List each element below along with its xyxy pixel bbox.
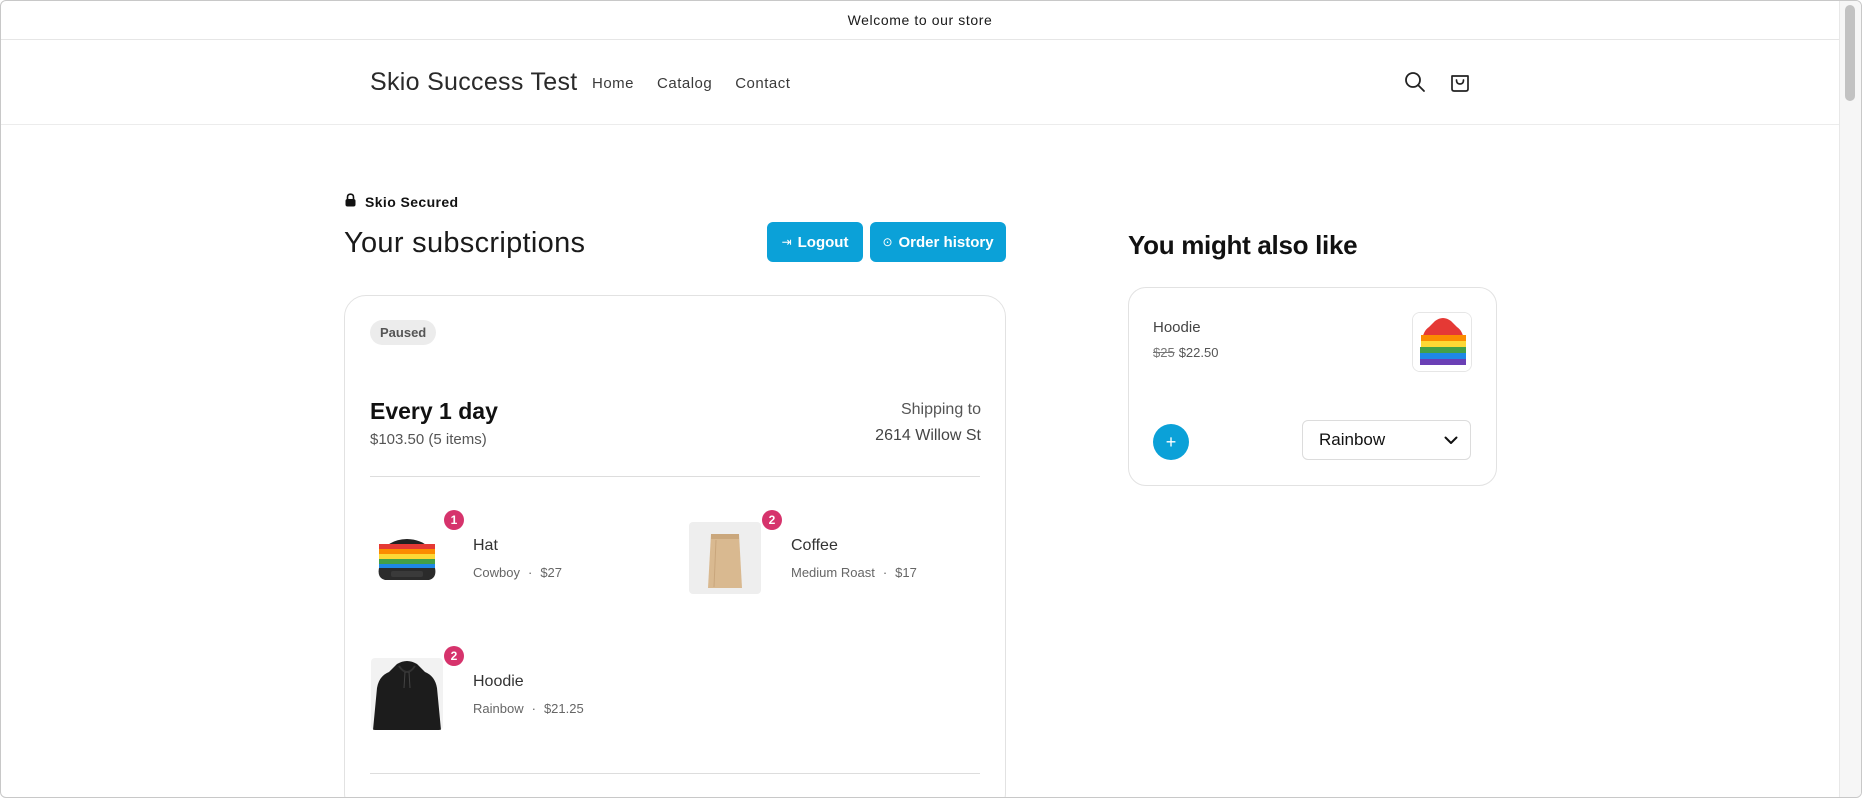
variant-select[interactable]: Rainbow (1302, 420, 1471, 460)
secured-notice: Skio Secured (345, 193, 459, 210)
main-nav: Home Catalog Contact (592, 75, 790, 92)
order-history-label: Order history (898, 233, 994, 251)
announcement-text: Welcome to our store (847, 12, 993, 28)
item-variant: Rainbow (473, 701, 524, 716)
store-logo[interactable]: Skio Success Test (370, 68, 578, 97)
add-to-subscription-button[interactable]: + (1153, 424, 1189, 460)
subscription-frequency: Every 1 day (370, 398, 498, 424)
nav-contact[interactable]: Contact (735, 75, 790, 92)
item-name: Hat (473, 537, 498, 554)
variant-selected: Rainbow (1319, 430, 1386, 449)
item-variant: Medium Roast (791, 565, 875, 580)
order-history-button[interactable]: ⊙ Order history (870, 222, 1006, 262)
cart-icon[interactable] (1446, 68, 1474, 96)
nav-catalog[interactable]: Catalog (657, 75, 712, 92)
subscription-item[interactable]: 2 Hoodie Rainbow · $21.25 (361, 646, 661, 736)
subscription-item[interactable]: 2 Coffee Medium Roast · $17 (679, 510, 979, 600)
hat-image (371, 522, 443, 594)
item-meta: Cowboy · $27 (473, 565, 563, 580)
logout-button[interactable]: ⇥ Logout (767, 222, 863, 262)
subscription-card: Paused Every 1 day $103.50 (5 items) Shi… (344, 295, 1006, 797)
coffee-image (689, 522, 761, 594)
item-price: $17 (895, 565, 917, 580)
upsell-title: You might also like (1128, 230, 1358, 260)
upsell-product-card: Hoodie $25 $22.50 + Rainbow (1128, 287, 1497, 486)
logout-icon: ⇥ (781, 235, 792, 249)
upsell-product-image[interactable] (1412, 312, 1472, 372)
quantity-badge: 2 (762, 510, 782, 530)
chevron-down-icon (1444, 430, 1458, 450)
search-icon[interactable] (1401, 68, 1429, 96)
nav-home[interactable]: Home (592, 75, 634, 92)
status-badge: Paused (370, 320, 437, 345)
divider (370, 476, 980, 477)
upsell-product-price: $25 $22.50 (1153, 345, 1218, 360)
secured-label: Skio Secured (365, 193, 459, 210)
subscription-total: $103.50 (5 items) (370, 431, 487, 448)
item-meta: Medium Roast · $17 (791, 565, 917, 580)
site-header: Skio Success Test Home Catalog Contact (1, 40, 1839, 125)
upsell-product-name[interactable]: Hoodie (1153, 319, 1201, 336)
item-price: $27 (540, 565, 563, 580)
browser-frame: Welcome to our store Skio Success Test H… (0, 0, 1862, 798)
item-variant: Cowboy (473, 565, 520, 580)
shipping-label: Shipping to (900, 401, 981, 418)
logout-label: Logout (797, 233, 849, 251)
scrollbar-thumb[interactable] (1845, 5, 1855, 101)
quantity-badge: 1 (444, 510, 464, 530)
sale-price: $22.50 (1178, 345, 1219, 360)
original-price: $25 (1153, 345, 1175, 360)
divider (370, 773, 980, 774)
history-icon: ⊙ (882, 235, 893, 249)
quantity-badge: 2 (444, 646, 464, 666)
page-title: Your subscriptions (344, 227, 586, 259)
announcement-bar: Welcome to our store (1, 1, 1839, 40)
item-name: Hoodie (473, 673, 524, 690)
lock-icon (345, 193, 356, 210)
shipping-address[interactable]: 2614 Willow St (875, 427, 981, 445)
hoodie-image (371, 658, 443, 730)
item-name: Coffee (791, 537, 838, 554)
item-meta: Rainbow · $21.25 (473, 701, 584, 716)
plus-icon: + (1165, 431, 1177, 452)
scrollbar[interactable] (1839, 1, 1861, 797)
item-price: $21.25 (543, 701, 584, 716)
subscription-item[interactable]: 1 Hat Cowboy · $27 (361, 510, 661, 600)
